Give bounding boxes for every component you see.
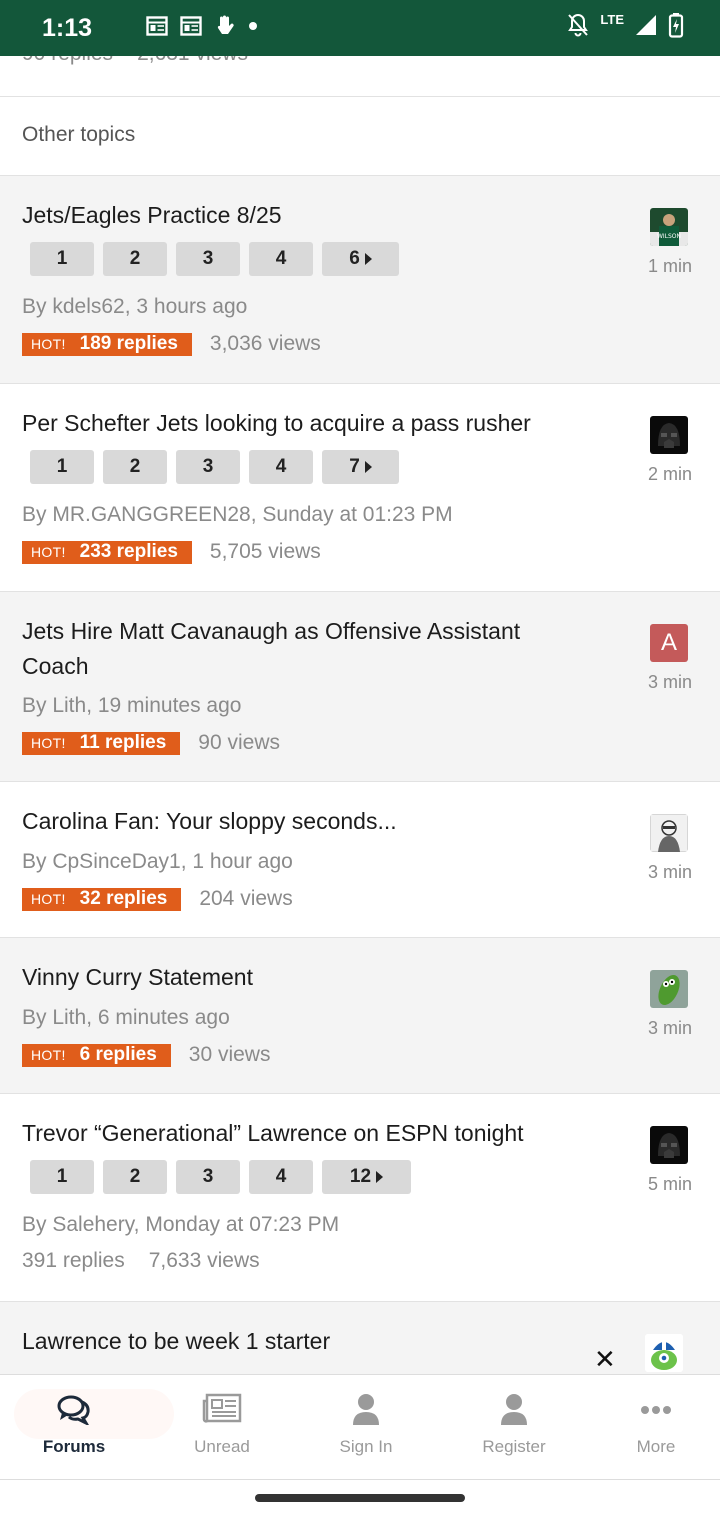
hot-badge: HOT! 233 replies bbox=[22, 540, 192, 564]
topic-list[interactable]: 90 replies2,631 views Other topics Jets/… bbox=[0, 56, 720, 1374]
last-activity-time: 1 min bbox=[647, 256, 692, 276]
avatar[interactable]: A bbox=[650, 624, 688, 662]
last-activity-time: 3 min bbox=[647, 1018, 692, 1038]
hot-badge: HOT! 11 replies bbox=[22, 731, 181, 755]
last-activity-time: 3 min bbox=[647, 862, 692, 882]
bottom-nav: Forums Unread Sign In Register More bbox=[0, 1374, 720, 1480]
topic-stats: HOT! 233 replies 5,705 views bbox=[22, 540, 321, 564]
last-page-button[interactable]: 6 bbox=[322, 242, 399, 276]
last-page-button[interactable]: 7 bbox=[322, 450, 399, 484]
more-dots-icon bbox=[641, 1406, 671, 1414]
nav-sign-in[interactable]: Sign In bbox=[296, 1375, 436, 1479]
topic-byline: By Lith, 6 minutes ago bbox=[22, 1006, 230, 1029]
page-button[interactable]: 4 bbox=[249, 242, 313, 276]
user-icon bbox=[353, 1394, 379, 1425]
previous-topic-stats: 90 replies2,631 views bbox=[22, 56, 272, 66]
page-button[interactable]: 1 bbox=[30, 450, 94, 484]
topic-item[interactable]: Per Schefter Jets looking to acquire a p… bbox=[0, 383, 720, 591]
pagination: 1 2 3 4 7 bbox=[30, 450, 399, 484]
last-page-button[interactable]: 12 bbox=[322, 1160, 411, 1194]
status-time: 1:13 bbox=[42, 14, 93, 42]
page-button[interactable]: 2 bbox=[103, 242, 167, 276]
topic-byline: By kdels62, 3 hours ago bbox=[22, 295, 248, 318]
topic-title[interactable]: Lawrence to be week 1 starter bbox=[22, 1324, 612, 1359]
chat-bubbles-icon bbox=[57, 1395, 90, 1425]
caret-right-icon bbox=[364, 461, 372, 473]
last-activity-time: 3 min bbox=[647, 672, 692, 692]
topic-stats: 391 replies 7,633 views bbox=[22, 1249, 260, 1272]
pagination: 1 2 3 4 6 bbox=[30, 242, 399, 276]
dot-icon bbox=[249, 22, 257, 30]
page-button[interactable]: 2 bbox=[103, 1160, 167, 1194]
topic-item[interactable]: Jets/Eagles Practice 8/25 1 2 3 4 6 By k… bbox=[0, 175, 720, 383]
newspaper-icon bbox=[202, 1393, 242, 1423]
status-bar: 1:13 LTE bbox=[0, 0, 720, 56]
topic-item[interactable]: Trevor “Generational” Lawrence on ESPN t… bbox=[0, 1093, 720, 1301]
svg-text:WILSON: WILSON bbox=[657, 233, 681, 240]
hand-icon bbox=[217, 15, 234, 34]
topic-item[interactable]: Jets Hire Matt Cavanaugh as Offensive As… bbox=[0, 591, 720, 781]
network-type: LTE bbox=[600, 11, 624, 27]
topic-title[interactable]: Trevor “Generational” Lawrence on ESPN t… bbox=[22, 1116, 612, 1151]
topic-item[interactable]: Carolina Fan: Your sloppy seconds... By … bbox=[0, 781, 720, 937]
page-button[interactable]: 2 bbox=[103, 450, 167, 484]
topic-byline: By Lith, 19 minutes ago bbox=[22, 694, 242, 717]
topic-byline: By CpSinceDay1, 1 hour ago bbox=[22, 850, 293, 873]
topic-stats: HOT! 6 replies 30 views bbox=[22, 1043, 270, 1067]
topic-title[interactable]: Jets Hire Matt Cavanaugh as Offensive As… bbox=[22, 614, 592, 684]
page-button[interactable]: 4 bbox=[249, 450, 313, 484]
last-activity-time: 5 min bbox=[647, 1174, 692, 1194]
topic-item[interactable]: Vinny Curry Statement By Lith, 6 minutes… bbox=[0, 937, 720, 1093]
avatar[interactable] bbox=[650, 1126, 688, 1164]
avatar[interactable] bbox=[645, 1334, 683, 1372]
page-button[interactable]: 4 bbox=[249, 1160, 313, 1194]
nav-forums[interactable]: Forums bbox=[4, 1375, 144, 1479]
avatar[interactable] bbox=[650, 416, 688, 454]
nav-more[interactable]: More bbox=[586, 1375, 720, 1479]
hot-badge: HOT! 189 replies bbox=[22, 332, 192, 356]
battery-charging-icon bbox=[668, 13, 684, 38]
section-title: Other topics bbox=[22, 123, 136, 146]
page-button[interactable]: 3 bbox=[176, 1160, 240, 1194]
news-icon bbox=[146, 16, 168, 36]
nav-register[interactable]: Register bbox=[444, 1375, 584, 1479]
signal-icon bbox=[636, 15, 656, 35]
page-button[interactable]: 3 bbox=[176, 450, 240, 484]
avatar[interactable]: WILSON bbox=[650, 208, 688, 246]
home-indicator[interactable] bbox=[255, 1494, 465, 1502]
topic-title[interactable]: Jets/Eagles Practice 8/25 bbox=[22, 198, 612, 233]
topic-stats: HOT! 32 replies 204 views bbox=[22, 887, 293, 911]
topic-title[interactable]: Vinny Curry Statement bbox=[22, 960, 612, 995]
topic-stats: HOT! 11 replies 90 views bbox=[22, 731, 280, 755]
topic-title[interactable]: Per Schefter Jets looking to acquire a p… bbox=[22, 406, 612, 441]
notifications-off-icon bbox=[568, 13, 589, 37]
topic-byline: By MR.GANGGREEN28, Sunday at 01:23 PM bbox=[22, 503, 453, 526]
topic-title[interactable]: Carolina Fan: Your sloppy seconds... bbox=[22, 804, 612, 839]
avatar[interactable] bbox=[650, 970, 688, 1008]
divider bbox=[0, 96, 720, 97]
user-icon bbox=[501, 1394, 527, 1425]
nav-unread[interactable]: Unread bbox=[152, 1375, 292, 1479]
caret-right-icon bbox=[376, 1171, 384, 1183]
page-button[interactable]: 1 bbox=[30, 242, 94, 276]
avatar[interactable] bbox=[650, 814, 688, 852]
page-button[interactable]: 1 bbox=[30, 1160, 94, 1194]
topic-stats: HOT! 189 replies 3,036 views bbox=[22, 332, 321, 356]
close-button[interactable]: ✕ bbox=[594, 1344, 616, 1375]
page-button[interactable]: 3 bbox=[176, 242, 240, 276]
news-icon bbox=[180, 16, 202, 36]
topic-byline: By Salehery, Monday at 07:23 PM bbox=[22, 1213, 340, 1236]
last-activity-time: 2 min bbox=[647, 464, 692, 484]
hot-badge: HOT! 32 replies bbox=[22, 887, 182, 911]
pagination: 1 2 3 4 12 bbox=[30, 1160, 411, 1194]
caret-right-icon bbox=[364, 253, 372, 265]
hot-badge: HOT! 6 replies bbox=[22, 1043, 171, 1067]
